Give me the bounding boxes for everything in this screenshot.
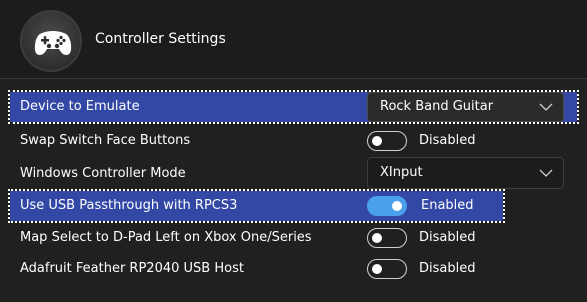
swap-face-buttons-state: Disabled [419, 133, 476, 148]
controller-logo [20, 10, 82, 72]
windows-controller-mode-value: XInput [380, 165, 423, 180]
usb-passthrough-state: Enabled [421, 198, 474, 213]
page-title: Controller Settings [95, 31, 226, 47]
windows-controller-mode-select[interactable]: XInput [367, 157, 564, 189]
chevron-down-icon [539, 103, 553, 111]
feather-usb-host-state: Disabled [419, 261, 476, 276]
usb-passthrough-toggle[interactable] [367, 196, 407, 216]
map-select-label: Map Select to D-Pad Left on Xbox One/Ser… [20, 230, 312, 245]
swap-face-buttons-label: Swap Switch Face Buttons [20, 133, 191, 148]
usb-passthrough-label: Use USB Passthrough with RPCS3 [20, 198, 238, 213]
map-select-toggle[interactable] [367, 228, 407, 248]
swap-face-buttons-toggle[interactable] [367, 131, 407, 151]
chevron-down-icon [539, 169, 553, 177]
map-select-state: Disabled [419, 230, 476, 245]
windows-controller-mode-label: Windows Controller Mode [20, 166, 186, 181]
feather-usb-host-label: Adafruit Feather RP2040 USB Host [20, 261, 244, 276]
feather-usb-host-row: Adafruit Feather RP2040 USB Host [10, 254, 577, 284]
device-to-emulate-value: Rock Band Guitar [380, 99, 494, 114]
toggle-knob [392, 201, 402, 211]
swap-face-buttons-row: Swap Switch Face Buttons [10, 126, 577, 156]
toggle-knob [372, 136, 382, 146]
map-select-row: Map Select to D-Pad Left on Xbox One/Ser… [10, 223, 577, 253]
feather-usb-host-toggle[interactable] [367, 259, 407, 279]
device-to-emulate-label: Device to Emulate [20, 99, 140, 114]
header-bar: Controller Settings [0, 0, 587, 79]
toggle-knob [372, 264, 382, 274]
gamepad-icon [34, 31, 72, 55]
device-to-emulate-select[interactable]: Rock Band Guitar [367, 92, 564, 122]
toggle-knob [372, 233, 382, 243]
